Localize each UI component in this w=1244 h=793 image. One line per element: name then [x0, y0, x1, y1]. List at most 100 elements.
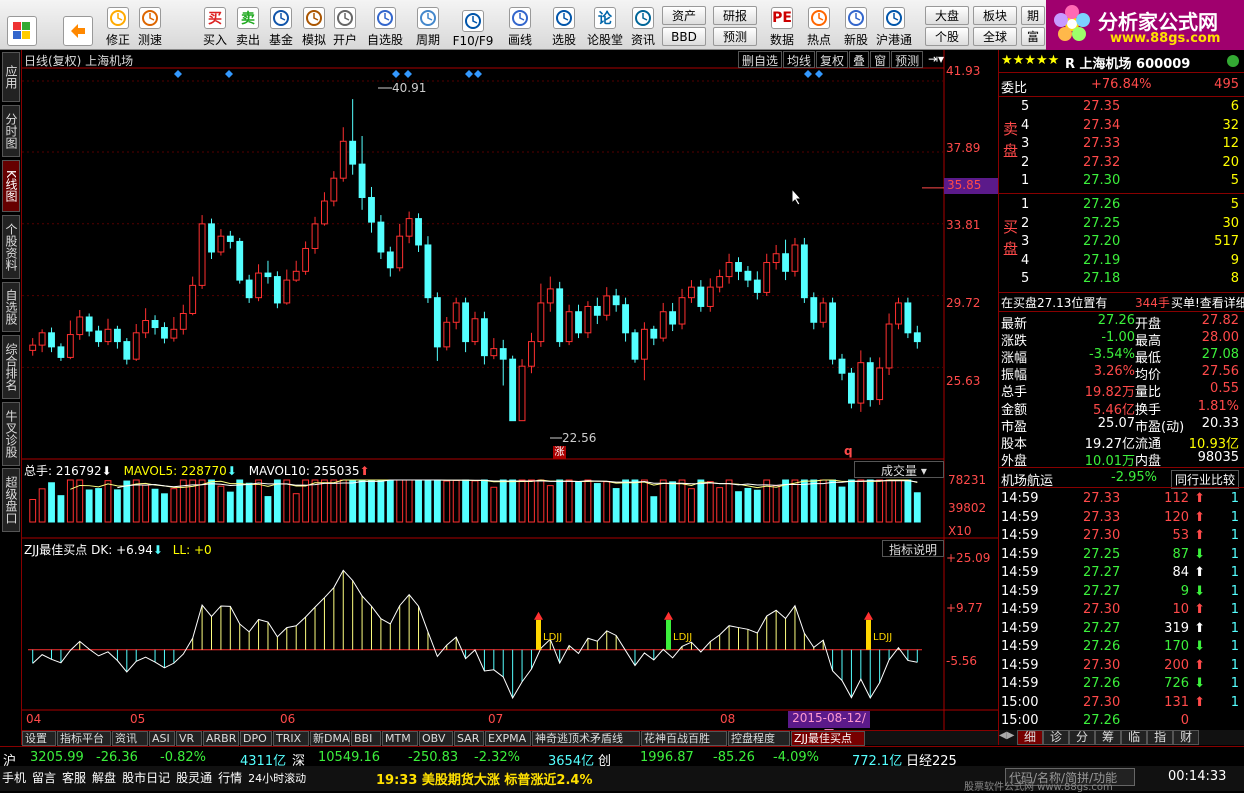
lock-toolbar-button[interactable]: 开户: [330, 2, 360, 48]
up-down-toolbar-button[interactable]: 修正: [102, 2, 134, 48]
bottom-menu-item[interactable]: 行情: [218, 769, 242, 786]
hammer-toolbar-button[interactable]: 模拟: [299, 2, 329, 48]
rich-button[interactable]: 富: [1021, 27, 1045, 46]
main-toolbar: 修正 测速 买买入卖卖出 基金 模拟 开户 自选股 周期 F10/F9 画线 选股论论股堂 资讯 PE 数…: [0, 0, 1244, 50]
star-toolbar-button[interactable]: 自选股: [365, 2, 405, 48]
bottom-menu-item[interactable]: 客服: [62, 769, 86, 786]
chart-btn[interactable]: 窗: [870, 51, 891, 68]
side-tab[interactable]: 自选股: [2, 282, 20, 332]
volume-bar: [142, 484, 150, 523]
new-stock-toolbar-button[interactable]: 新股: [840, 2, 872, 48]
bottom-menu-item[interactable]: 股市日记: [122, 769, 170, 786]
back-arrow-toolbar-button[interactable]: [60, 2, 96, 48]
side-tabs: 应用分时图 K线图个股资料自选股综合排名牛叉诊股超级盘口: [0, 50, 22, 745]
indicator-tab[interactable]: TRIX: [273, 731, 309, 746]
volume-bar: [339, 479, 347, 523]
indicator-tab[interactable]: VR: [176, 731, 202, 746]
volume-bar: [575, 481, 582, 523]
assets-button[interactable]: 资产: [662, 6, 706, 25]
chart-btn[interactable]: 均线: [783, 51, 816, 68]
up-arrow-icon: ⬆: [1194, 528, 1205, 543]
side-tab[interactable]: K线图: [2, 160, 20, 212]
speed-toolbar-button[interactable]: 测速: [134, 2, 166, 48]
notice-link[interactable]: 买单!查看详细: [1171, 294, 1244, 311]
indicator-tab[interactable]: EXPMA: [485, 731, 531, 746]
quote-value: 0.55: [1210, 381, 1239, 397]
bottom-menu-item[interactable]: 股灵通: [176, 769, 212, 786]
indicator-tab[interactable]: OBV: [419, 731, 453, 746]
right-tab[interactable]: 财: [1173, 730, 1200, 745]
market-button[interactable]: 大盘: [925, 6, 969, 25]
indicator-tab[interactable]: MTM: [382, 731, 418, 746]
tab-scroll-icon[interactable]: ◀▶: [999, 730, 1017, 745]
buy-toolbar-button[interactable]: 买买入: [200, 2, 230, 48]
f10-toolbar-button[interactable]: F10/F9: [452, 2, 494, 48]
clock-toolbar-button[interactable]: 周期: [408, 2, 448, 48]
chart-btn[interactable]: 删自选: [738, 51, 783, 68]
kline-chart-area[interactable]: 日线(复权) 上海机场 删自选 均线 复权叠窗预测 ⇥▾ 41.93 37.89 3…: [22, 50, 998, 741]
right-tab[interactable]: 临: [1121, 730, 1148, 745]
right-tab[interactable]: 分: [1069, 730, 1096, 745]
futures-button[interactable]: 期: [1021, 6, 1045, 25]
side-tab[interactable]: 个股资料: [2, 215, 20, 279]
windows-toolbar-button[interactable]: [4, 2, 40, 48]
indicator-tab[interactable]: 新DMA: [310, 731, 350, 746]
volume-bar: [782, 479, 789, 523]
chart-btn[interactable]: 复权: [816, 51, 849, 68]
chart-btn[interactable]: 预测: [891, 51, 924, 68]
side-tab[interactable]: 分时图: [2, 105, 20, 157]
bottom-menu-item[interactable]: 留言: [32, 769, 56, 786]
indicator-tab[interactable]: ASI: [149, 731, 175, 746]
quote-value: 10.01万: [1084, 453, 1135, 469]
indicator-tab[interactable]: ARBR: [203, 731, 239, 746]
right-tab[interactable]: 细: [1017, 730, 1044, 745]
right-tab[interactable]: 筹: [1095, 730, 1122, 745]
candle: [198, 215, 206, 289]
indicator-tab[interactable]: 花神百战百胜: [641, 731, 727, 746]
fund-toolbar-button[interactable]: 基金: [266, 2, 296, 48]
toolbar-label: 画线: [507, 33, 532, 47]
indicator-help-button[interactable]: 指标说明: [882, 540, 944, 557]
tick-price: 27.33: [1083, 491, 1121, 506]
chart-menu-icon[interactable]: ⇥▾: [928, 52, 944, 66]
chart-btn[interactable]: 叠: [849, 51, 870, 68]
indicator-tab[interactable]: 资讯: [112, 731, 148, 746]
right-tab[interactable]: 指: [1147, 730, 1174, 745]
news-ticker[interactable]: 19:33 美股期货大涨 标普涨近2.4%: [376, 769, 593, 788]
forecast-button[interactable]: 预测: [713, 27, 757, 46]
sell-toolbar-button[interactable]: 卖卖出: [233, 2, 263, 48]
indicator-tab[interactable]: ZJJ最佳买点: [791, 731, 865, 746]
stock-button[interactable]: 个股: [925, 27, 969, 46]
pen-toolbar-button[interactable]: 画线: [498, 2, 542, 48]
hk-toolbar-button[interactable]: 沪港通: [874, 2, 914, 48]
indicator-tab[interactable]: BBI: [351, 731, 381, 746]
side-tab[interactable]: 超级盘口: [2, 468, 20, 532]
indicator-tab[interactable]: 神奇逃顶术矛盾线: [532, 731, 640, 746]
fire-toolbar-button[interactable]: 热点: [803, 2, 835, 48]
bottom-menu-item[interactable]: 手机: [2, 769, 26, 786]
buy-signal-bar: [866, 619, 871, 650]
news-toolbar-button[interactable]: 资讯: [627, 2, 659, 48]
forum-toolbar-button[interactable]: 论论股堂: [586, 2, 624, 48]
bottom-menu-item[interactable]: 解盘: [92, 769, 116, 786]
bottom-menu-item[interactable]: 24小时滚动: [248, 770, 306, 786]
indicator-tab[interactable]: 控盘程度: [728, 731, 790, 746]
big-order-notice[interactable]: 在买盘27.13位置有 344手 买单!查看详细: [999, 293, 1244, 311]
bbd-button[interactable]: BBD: [662, 27, 706, 46]
side-tab[interactable]: 综合排名: [2, 335, 20, 399]
indicator-tab[interactable]: DPO: [240, 731, 272, 746]
toolbar-label: 选股: [551, 33, 576, 47]
indicator-tab[interactable]: SAR: [454, 731, 484, 746]
tick-price: 27.30: [1083, 694, 1121, 710]
side-tab[interactable]: 牛叉诊股: [2, 402, 20, 466]
research-button[interactable]: 研报: [713, 6, 757, 25]
side-tab[interactable]: 应用: [2, 52, 20, 102]
sector-button[interactable]: 板块: [973, 6, 1017, 25]
volume-selector[interactable]: 成交量 ▾: [854, 461, 944, 478]
indicator-tab[interactable]: 指标平台: [57, 731, 111, 746]
right-tab[interactable]: 诊: [1043, 730, 1070, 745]
global-button[interactable]: 全球: [973, 27, 1017, 46]
pe-toolbar-button[interactable]: PE 数据: [764, 2, 800, 48]
indicator-tab[interactable]: 设置: [22, 731, 56, 746]
screen-toolbar-button[interactable]: 选股: [546, 2, 582, 48]
